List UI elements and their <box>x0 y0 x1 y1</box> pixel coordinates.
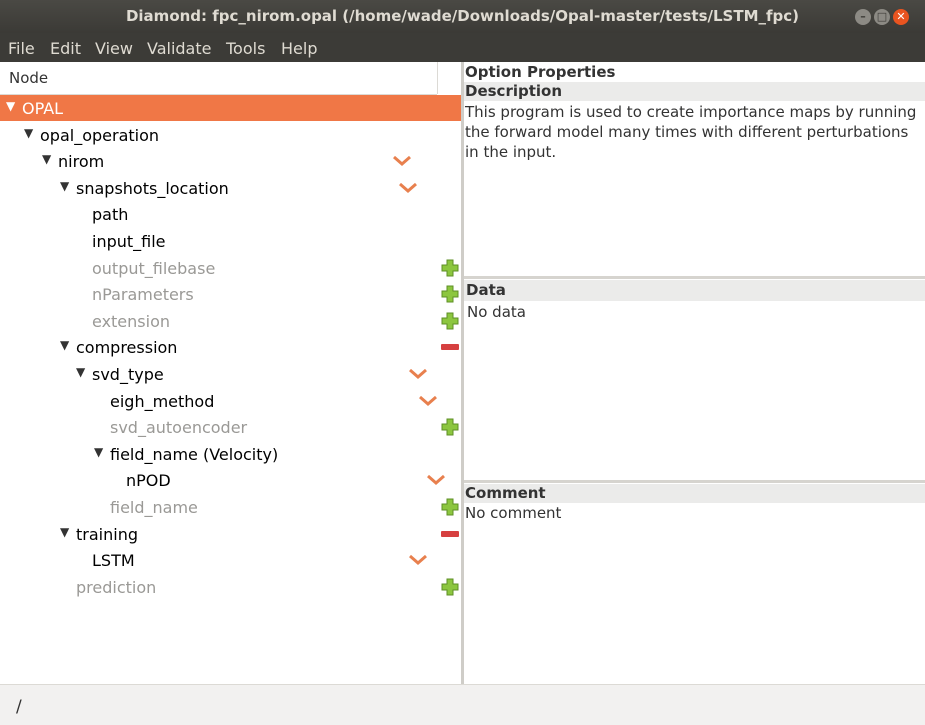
tree-node-label: field_name <box>110 498 198 517</box>
status-path: / <box>16 697 22 717</box>
tree-row[interactable]: field_name <box>0 494 461 520</box>
tree-row[interactable]: ▼ training <box>0 521 461 547</box>
tree-row[interactable]: output_filebase <box>0 255 461 281</box>
expand-triangle-icon[interactable]: ▼ <box>60 179 69 193</box>
expand-triangle-icon[interactable]: ▼ <box>76 365 85 379</box>
tree-node-label: snapshots_location <box>76 178 229 198</box>
data-text: No data <box>467 303 526 321</box>
tree-node-label: nirom <box>58 152 105 172</box>
menu-bar: File Edit View Validate Tools Help <box>0 33 925 62</box>
menu-tools[interactable]: Tools <box>226 39 265 58</box>
minimize-icon[interactable]: – <box>855 9 871 25</box>
chevron-down-icon[interactable] <box>426 474 446 486</box>
tree-node-label: eigh_method <box>110 391 215 411</box>
tree-row[interactable]: path <box>0 201 461 227</box>
chevron-down-icon[interactable] <box>398 182 418 194</box>
section-divider[interactable] <box>464 276 925 279</box>
option-properties-title: Option Properties <box>465 63 616 81</box>
status-bar: / <box>0 684 925 725</box>
chevron-down-icon[interactable] <box>392 155 412 167</box>
tree-node-label: field_name (Velocity) <box>110 444 279 464</box>
tree-row[interactable]: nPOD <box>0 467 461 493</box>
tree-node-label: output_filebase <box>92 258 216 278</box>
tree-node-label: nPOD <box>126 471 171 491</box>
tree-row[interactable]: nParameters <box>0 281 461 307</box>
data-title: Data <box>464 280 925 301</box>
menu-validate[interactable]: Validate <box>147 39 211 58</box>
remove-minus-icon[interactable] <box>441 530 459 537</box>
tree-row[interactable]: ▼ field_name (Velocity) <box>0 441 461 467</box>
tree-row[interactable]: extension <box>0 308 461 334</box>
section-divider[interactable] <box>464 480 925 483</box>
menu-file[interactable]: File <box>8 39 35 58</box>
expand-triangle-icon[interactable]: ▼ <box>60 338 69 352</box>
tree-row[interactable]: LSTM <box>0 547 461 573</box>
tree-header-label: Node <box>9 69 49 87</box>
tree-row[interactable]: ▼ nirom <box>0 148 461 174</box>
maximize-icon[interactable]: □ <box>874 9 890 25</box>
tree-node-label: path <box>92 205 129 225</box>
tree-row[interactable]: eigh_method <box>0 388 461 414</box>
tree-node-label: LSTM <box>92 551 135 571</box>
tree-node-label: compression <box>76 338 178 358</box>
tree-node-label: extension <box>92 311 170 331</box>
expand-triangle-icon[interactable]: ▼ <box>6 99 15 113</box>
chevron-down-icon[interactable] <box>408 368 428 380</box>
tree-node-label: OPAL <box>22 99 64 118</box>
tree-node-label: svd_autoencoder <box>110 418 248 438</box>
chevron-down-icon[interactable] <box>418 395 438 407</box>
tree-column-header[interactable]: Node <box>0 62 437 95</box>
tree-row[interactable]: ▼ OPAL <box>0 95 461 121</box>
tree-row[interactable]: prediction <box>0 574 461 600</box>
add-plus-icon[interactable] <box>441 498 459 516</box>
tree-row[interactable]: input_file <box>0 228 461 254</box>
tree-node-label: input_file <box>92 232 166 251</box>
menu-help[interactable]: Help <box>281 39 317 58</box>
tree-node-label: opal_operation <box>40 125 160 145</box>
menu-view[interactable]: View <box>95 39 133 58</box>
add-plus-icon[interactable] <box>441 312 459 330</box>
comment-title: Comment <box>464 484 925 503</box>
tree-node-label: nParameters <box>92 285 194 305</box>
description-text: This program is used to create importanc… <box>465 103 917 161</box>
expand-triangle-icon[interactable]: ▼ <box>24 126 33 140</box>
window-titlebar[interactable]: Diamond: fpc_nirom.opal (/home/wade/Down… <box>0 0 925 33</box>
remove-minus-icon[interactable] <box>441 344 459 351</box>
expand-triangle-icon[interactable]: ▼ <box>60 525 69 539</box>
menu-edit[interactable]: Edit <box>50 39 81 58</box>
close-icon[interactable]: ✕ <box>893 9 909 25</box>
tree-row[interactable]: svd_autoencoder <box>0 414 461 440</box>
tree-panel: Node ▼ OPAL ▼ opal_operation ▼ nirom ▼ snapshot… <box>0 62 461 684</box>
chevron-down-icon[interactable] <box>408 554 428 566</box>
window-title: Diamond: fpc_nirom.opal (/home/wade/Down… <box>125 7 800 25</box>
properties-panel: Option Properties Description This progr… <box>464 62 925 684</box>
tree-row[interactable]: ▼ compression <box>0 334 461 360</box>
expand-triangle-icon[interactable]: ▼ <box>94 445 103 459</box>
tree-node-label: training <box>76 524 138 544</box>
add-plus-icon[interactable] <box>441 259 459 277</box>
tree-row[interactable]: ▼ opal_operation <box>0 122 461 148</box>
tree-header-divider <box>437 62 438 94</box>
comment-text[interactable]: No comment <box>464 503 920 523</box>
expand-triangle-icon[interactable]: ▼ <box>42 152 51 166</box>
add-plus-icon[interactable] <box>441 285 459 303</box>
tree-node-label: svd_type <box>92 365 164 384</box>
tree-row[interactable]: ▼ snapshots_location <box>0 175 461 201</box>
description-title: Description <box>464 82 925 101</box>
add-plus-icon[interactable] <box>441 418 459 436</box>
tree-row[interactable]: ▼ svd_type <box>0 361 461 387</box>
tree-node-label: prediction <box>76 577 157 597</box>
add-plus-icon[interactable] <box>441 578 459 596</box>
